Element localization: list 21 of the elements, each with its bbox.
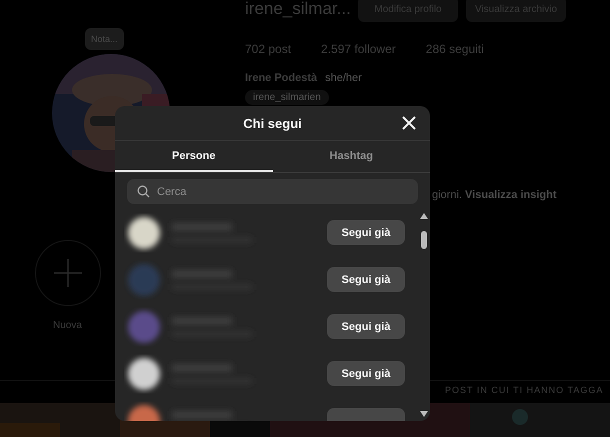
close-button[interactable] xyxy=(400,114,418,132)
pronouns: she/her xyxy=(325,72,362,84)
profile-stat: 2.597 follower xyxy=(321,42,396,56)
following-button[interactable]: Segui già xyxy=(327,361,405,386)
scroll-down-icon[interactable] xyxy=(420,411,428,417)
username: irene_silmar... xyxy=(245,0,350,20)
profile-stat: 702 post xyxy=(245,42,292,56)
scroll-up-icon[interactable] xyxy=(420,213,428,219)
search-icon xyxy=(137,185,150,198)
following-button[interactable]: Segui già xyxy=(327,220,405,245)
following-button[interactable]: Segui già xyxy=(327,314,405,339)
scroll-thumb-icon[interactable] xyxy=(421,231,427,249)
insight-text: giorni. Visualizza insight xyxy=(432,189,558,201)
tab[interactable]: Persone xyxy=(115,141,272,172)
profile-name: Irene Podestà xyxy=(245,72,318,84)
profile-stat: 286 seguiti xyxy=(426,42,484,56)
highlight-label: Nuova xyxy=(53,320,82,331)
tab[interactable]: Hashtag xyxy=(272,141,430,172)
search-field[interactable]: Cerca xyxy=(127,179,418,204)
dialog-title: Chi segui xyxy=(243,116,302,130)
following-button[interactable]: Segui già xyxy=(327,267,405,292)
